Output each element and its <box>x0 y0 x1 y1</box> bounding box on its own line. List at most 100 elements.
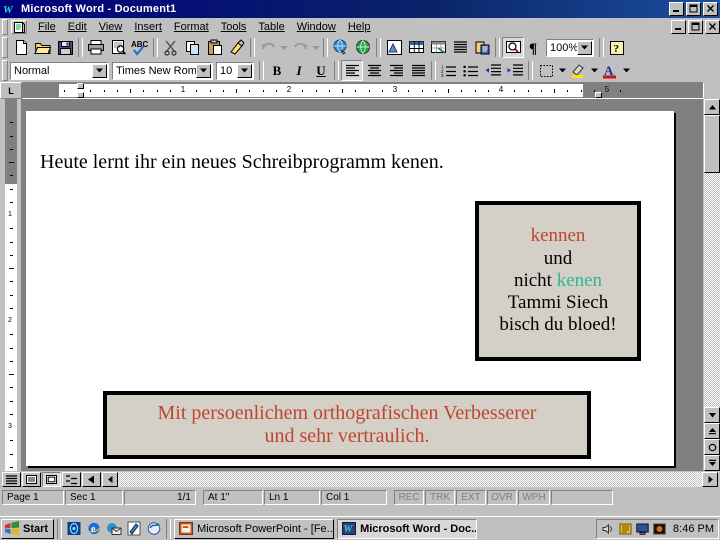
document-page[interactable]: Heute lernt ihr ein neues Schreibprogram… <box>26 111 674 466</box>
new-document-icon[interactable] <box>10 37 32 58</box>
redo-icon[interactable] <box>289 37 311 58</box>
vertical-ruler[interactable]: 1 2 3 <box>0 99 22 471</box>
first-line-indent-marker[interactable] <box>77 83 84 89</box>
doc-minimize-button[interactable] <box>671 20 686 34</box>
show-desktop-icon[interactable] <box>125 520 143 538</box>
taskbar-item-powerpoint[interactable]: Microsoft PowerPoint - [Fe... <box>174 518 335 539</box>
vertical-scrollbar[interactable] <box>703 99 720 471</box>
format-painter-icon[interactable] <box>226 37 248 58</box>
print-preview-icon[interactable] <box>107 37 129 58</box>
paste-clipboard-icon[interactable] <box>204 37 226 58</box>
app-restore-button[interactable] <box>686 2 701 16</box>
tab-stop-selector[interactable]: L <box>0 82 22 99</box>
document-control-icon[interactable] <box>11 20 27 34</box>
columns-icon[interactable] <box>449 37 471 58</box>
scroll-left-button[interactable] <box>102 472 118 487</box>
outline-view-button[interactable] <box>62 472 81 487</box>
next-page-button[interactable] <box>704 455 720 471</box>
underline-button[interactable]: U <box>310 60 332 81</box>
menu-file[interactable]: File <box>32 20 62 34</box>
highlight-icon[interactable] <box>567 60 589 81</box>
spelling-check-icon[interactable]: ABC <box>129 37 151 58</box>
status-trk-indicator[interactable]: TRK <box>425 490 455 505</box>
insert-hyperlink-icon[interactable] <box>330 37 352 58</box>
scroll-down-button[interactable] <box>704 407 720 423</box>
monitor-icon[interactable] <box>652 522 666 536</box>
vertical-scroll-thumb[interactable] <box>704 115 720 173</box>
insert-table-icon[interactable] <box>405 37 427 58</box>
right-indent-marker[interactable] <box>595 92 602 98</box>
borders-dropdown-arrow-icon[interactable] <box>557 60 567 81</box>
scroll-right-button[interactable] <box>702 472 718 487</box>
menu-edit[interactable]: Edit <box>62 20 93 34</box>
display-icon[interactable] <box>635 522 649 536</box>
style-dropdown-arrow-icon[interactable] <box>92 63 107 78</box>
menu-tools[interactable]: Tools <box>215 20 253 34</box>
justify-icon[interactable] <box>407 60 429 81</box>
hanging-indent-marker[interactable] <box>77 92 84 98</box>
document-map-icon[interactable] <box>471 37 493 58</box>
vertical-scroll-track[interactable] <box>704 173 720 407</box>
start-button[interactable]: Start <box>1 518 55 539</box>
menubar-grip[interactable] <box>2 19 8 35</box>
print-icon[interactable] <box>85 37 107 58</box>
media-player-icon[interactable] <box>145 520 163 538</box>
increase-indent-icon[interactable] <box>504 60 526 81</box>
menu-view[interactable]: View <box>93 20 129 34</box>
zoom-combo[interactable]: 100% <box>546 38 594 57</box>
drawing-icon[interactable] <box>383 37 405 58</box>
internet-explorer-icon[interactable]: e <box>85 520 103 538</box>
menu-format[interactable]: Format <box>168 20 215 34</box>
online-layout-view-button[interactable] <box>22 472 41 487</box>
web-toolbar-icon[interactable] <box>352 37 374 58</box>
standard-toolbar-grip[interactable] <box>2 37 8 58</box>
office-assistant-icon[interactable]: ? <box>606 37 628 58</box>
outlook-express-icon[interactable] <box>105 520 123 538</box>
font-dropdown-arrow-icon[interactable] <box>196 63 211 78</box>
bulleted-list-icon[interactable] <box>460 60 482 81</box>
volume-speaker-icon[interactable] <box>601 522 615 536</box>
align-right-icon[interactable] <box>385 60 407 81</box>
taskbar-clock[interactable]: 8:46 PM <box>673 523 714 535</box>
menu-insert[interactable]: Insert <box>128 20 168 34</box>
task-scheduler-icon[interactable] <box>618 522 632 536</box>
undo-icon[interactable] <box>257 37 279 58</box>
save-disk-icon[interactable] <box>54 37 76 58</box>
master-document-view-button[interactable] <box>82 472 101 487</box>
horizontal-ruler[interactable]: 1 2 3 4 5 <box>22 82 704 99</box>
scroll-up-button[interactable] <box>704 99 720 115</box>
channel-viewer-icon[interactable] <box>65 520 83 538</box>
app-close-button[interactable] <box>703 2 718 16</box>
decrease-indent-icon[interactable] <box>482 60 504 81</box>
style-combo[interactable]: Normal <box>10 61 109 80</box>
doc-restore-button[interactable] <box>688 20 703 34</box>
normal-view-button[interactable] <box>2 472 21 487</box>
highlight-dropdown-arrow-icon[interactable] <box>589 60 599 81</box>
font-color-dropdown-arrow-icon[interactable] <box>621 60 631 81</box>
insert-excel-worksheet-icon[interactable] <box>427 37 449 58</box>
horizontal-scroll-track[interactable] <box>118 472 702 487</box>
zoom-magnifier-icon[interactable] <box>502 37 524 58</box>
redo-dropdown-arrow-icon[interactable] <box>311 37 321 58</box>
align-left-icon[interactable] <box>341 60 363 81</box>
status-ext-indicator[interactable]: EXT <box>456 490 486 505</box>
select-browse-object-button[interactable] <box>704 439 720 455</box>
align-center-icon[interactable] <box>363 60 385 81</box>
status-wph-indicator[interactable]: WPH <box>518 490 550 505</box>
copy-icon[interactable] <box>182 37 204 58</box>
font-combo[interactable]: Times New Roman <box>112 61 213 80</box>
bold-button[interactable]: B <box>266 60 288 81</box>
font-color-icon[interactable]: A <box>599 60 621 81</box>
previous-page-button[interactable] <box>704 423 720 439</box>
italic-button[interactable]: I <box>288 60 310 81</box>
app-titlebar[interactable]: W Microsoft Word - Document1 <box>0 0 720 18</box>
app-minimize-button[interactable] <box>669 2 684 16</box>
open-folder-icon[interactable] <box>32 37 54 58</box>
formatting-toolbar-grip[interactable] <box>2 60 8 81</box>
font-size-dropdown-arrow-icon[interactable] <box>237 63 252 78</box>
menu-window[interactable]: Window <box>291 20 342 34</box>
doc-close-button[interactable] <box>705 20 720 34</box>
taskbar-item-word[interactable]: W Microsoft Word - Doc... <box>337 518 478 539</box>
text-box-bottom[interactable]: Mit persoenlichem orthografischen Verbes… <box>103 391 591 459</box>
menu-help[interactable]: Help <box>342 20 377 34</box>
